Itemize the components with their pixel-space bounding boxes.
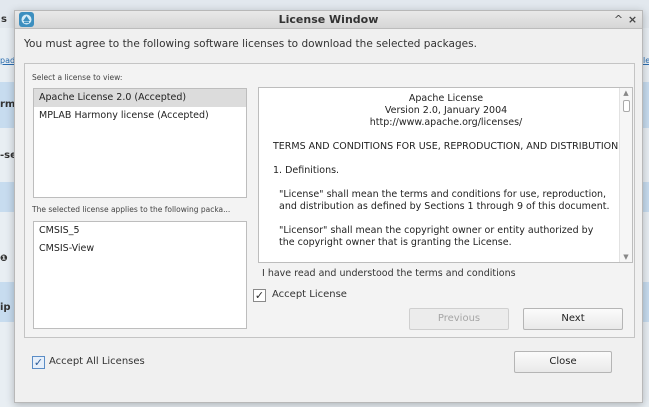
close-icon[interactable]: × [626,13,639,26]
license-url: http://www.apache.org/licenses/ [369,117,523,128]
info-icon: ❶ [0,254,8,264]
license-paragraph: "Licensor" shall mean the copyright owne… [279,225,594,236]
license-groupbox: Select a license to view: Apache License… [24,63,635,338]
package-list-item[interactable]: CMSIS-View [34,240,246,258]
scroll-up-icon[interactable]: ▲ [620,88,632,98]
license-version: Version 2.0, January 2004 [384,105,508,116]
license-dialog: License Window ^ × You must agree to the… [14,10,643,403]
package-list-item[interactable]: CMSIS_5 [34,222,246,240]
license-terms-heading: TERMS AND CONDITIONS FOR USE, REPRODUCTI… [273,141,619,152]
accept-license-label[interactable]: Accept License [272,289,347,300]
license-paragraph: the copyright owner that is granting the… [279,237,512,248]
accept-license-checkbox[interactable]: ✓ [253,289,266,302]
license-paragraph: and distribution as defined by Sections … [279,201,610,212]
background-text: s [1,14,7,25]
window-title: License Window [278,13,379,26]
read-understood-label: I have read and understood the terms and… [262,268,516,279]
license-list-item[interactable]: MPLAB Harmony license (Accepted) [34,107,246,125]
scroll-thumb[interactable] [623,100,630,112]
scroll-down-icon[interactable]: ▼ [620,252,632,262]
previous-button[interactable]: Previous [409,308,509,330]
accept-all-checkbox[interactable]: ✓ [32,356,45,369]
license-scrollbar[interactable]: ▲ ▼ [619,88,632,262]
license-list[interactable]: Apache License 2.0 (Accepted) MPLAB Harm… [33,88,247,198]
instruction-text: You must agree to the following software… [24,38,477,50]
background-link[interactable]: pad [0,56,15,65]
license-text-area[interactable]: Apache License Version 2.0, January 2004… [258,87,633,263]
accept-all-label[interactable]: Accept All Licenses [49,356,145,367]
package-list[interactable]: CMSIS_5 CMSIS-View [33,221,247,329]
next-button[interactable]: Next [523,308,623,330]
close-button[interactable]: Close [514,351,612,373]
minimize-icon[interactable]: ^ [612,13,625,26]
applies-to-label: The selected license applies to the foll… [32,205,231,214]
title-bar[interactable]: License Window ^ × [15,11,642,29]
select-license-label: Select a license to view: [32,73,123,82]
license-paragraph: "License" shall mean the terms and condi… [279,189,607,200]
license-list-item[interactable]: Apache License 2.0 (Accepted) [34,89,246,107]
license-definitions: 1. Definitions. [273,165,340,176]
background-link[interactable]: le [643,56,649,65]
license-title: Apache License [408,93,484,104]
